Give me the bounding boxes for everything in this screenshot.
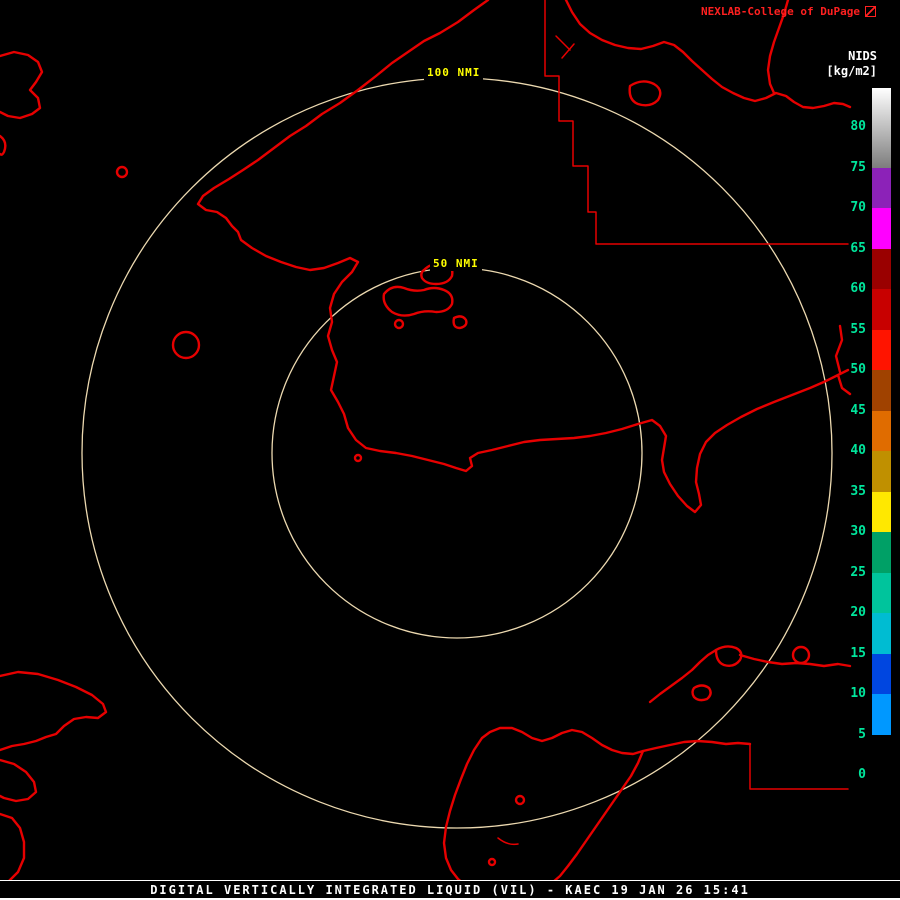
product-title: DIGITAL VERTICALLY INTEGRATED LIQUID (VI… <box>150 882 750 897</box>
colorbar-segment-5-10 <box>872 694 891 735</box>
colorbar-segment-0-5 <box>872 734 891 790</box>
range-ring-100nmi <box>81 77 833 829</box>
border-south <box>749 743 849 790</box>
colorbar-segment-35-40 <box>872 451 891 492</box>
landmass-south-details <box>487 794 526 867</box>
landmass-southwest-corner <box>0 812 26 888</box>
island-southeast <box>714 645 743 668</box>
islet-south <box>353 453 363 463</box>
footer: DIGITAL VERTICALLY INTEGRATED LIQUID (VI… <box>0 880 900 900</box>
colorbar-segment-20-25 <box>872 572 891 613</box>
brand-text: NEXLAB-College of DuPage <box>701 5 860 18</box>
lake-small-west <box>115 165 129 179</box>
river-south <box>497 837 519 846</box>
coastline-southeast <box>648 645 852 704</box>
colorbar-segment-45-50 <box>872 370 891 411</box>
islet-south-2 <box>487 857 497 867</box>
island-topleft <box>0 50 44 120</box>
lake-south <box>514 794 526 806</box>
range-ring-50nmi <box>271 267 643 639</box>
landmass-southwest-mid <box>0 758 38 803</box>
river-segments-northeast <box>555 35 575 59</box>
colorbar-units: [kg/m2] <box>826 64 877 78</box>
brand: NEXLAB-College of DuPage <box>701 5 876 18</box>
islet <box>393 318 405 330</box>
colorbar-segment-60-65 <box>872 248 891 289</box>
colorbar-segment-50-55 <box>872 329 891 370</box>
colorbar-segment-70-75 <box>872 168 891 208</box>
colorbar-segment-40-45 <box>872 410 891 451</box>
islet-east <box>452 315 468 330</box>
lake-west <box>171 330 201 360</box>
colorbar-segment-25-30 <box>872 532 891 573</box>
lake-northeast <box>628 80 662 107</box>
border-staircase-northeast <box>544 0 849 245</box>
island-large <box>382 285 454 317</box>
colorbar <box>872 0 891 900</box>
landmass-southwest-upper <box>0 670 108 752</box>
islet-southeast <box>691 684 712 702</box>
colorbar-segment-10-15 <box>872 653 891 694</box>
colorbar-segment-15-20 <box>872 613 891 654</box>
range-ring-label-50nmi: 50 NMI <box>430 257 482 271</box>
colorbar-segment-65-70 <box>872 208 891 249</box>
radar-display: 100 NMI 50 NMI NEXLAB-College of DuPage … <box>0 0 900 900</box>
central-islands <box>353 262 468 463</box>
colorbar-segment-30-35 <box>872 491 891 532</box>
radar-map-svg <box>0 0 852 888</box>
coast-left-edge <box>0 134 7 156</box>
landmass-southwest <box>0 670 108 888</box>
range-ring-label-100nmi: 100 NMI <box>424 66 484 80</box>
lake-southeast <box>791 645 811 665</box>
colorbar-segment-80+ <box>872 88 891 168</box>
coast-southeast-line <box>648 648 718 704</box>
coastline-main <box>196 0 852 514</box>
colorbar-segment-55-60 <box>872 289 891 330</box>
